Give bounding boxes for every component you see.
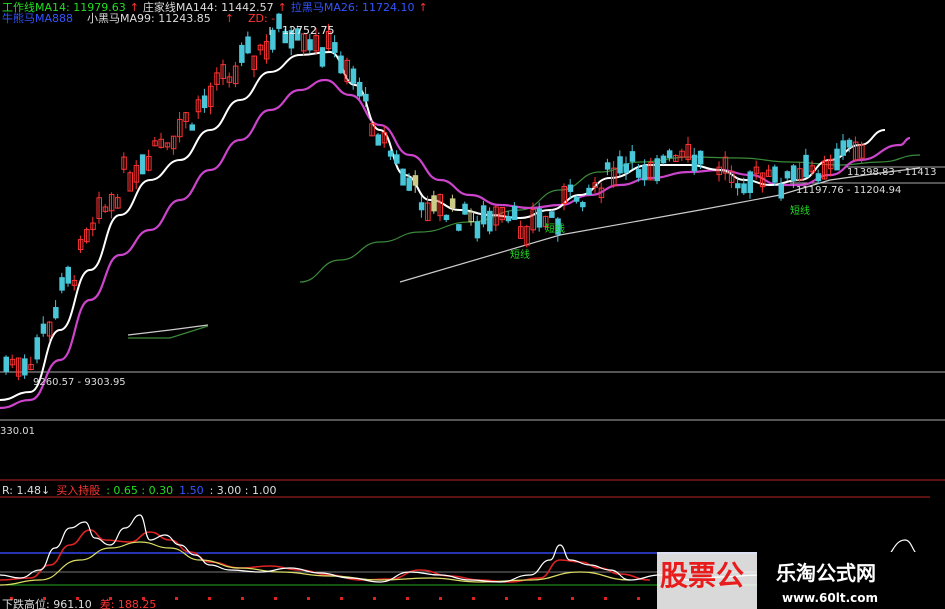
short-line-label-2: 短线 <box>545 222 565 235</box>
short-line-label-3: 短线 <box>790 204 810 217</box>
range-label-right-1: 11398.83 - 11413 <box>847 167 937 178</box>
text-overlay: 工作线MA14: 11979.63 ↑ 庄家线MA144: 11442.57 ↑ 拉黑马… <box>0 0 937 609</box>
range-label-left: 9260.57 - 9303.95 <box>33 377 126 388</box>
high-price-label: 12752.75 <box>282 24 335 37</box>
watermark-left: 股票公 <box>660 559 744 592</box>
watermark-right: 乐淘公式网 <box>776 561 876 585</box>
indicator-legend: R: 1.48↓ 买入持股: 0.65 : 0.30 1.50: 3.00 : 1.… <box>2 483 277 497</box>
watermark-url: www.60lt.com <box>782 591 878 605</box>
low-label: 330.01 <box>0 426 35 437</box>
chart-screen: 工作线MA14: 11979.63 ↑ 庄家线MA144: 11442.57 ↑ 拉黑马… <box>0 0 945 609</box>
short-line-label-1: 短线 <box>510 248 530 261</box>
range-label-right-2: 11197.76 - 11204.94 <box>796 185 901 196</box>
indicator-bottom-legend: 下跌高位: 961.10 差: 188.25 <box>2 597 156 609</box>
